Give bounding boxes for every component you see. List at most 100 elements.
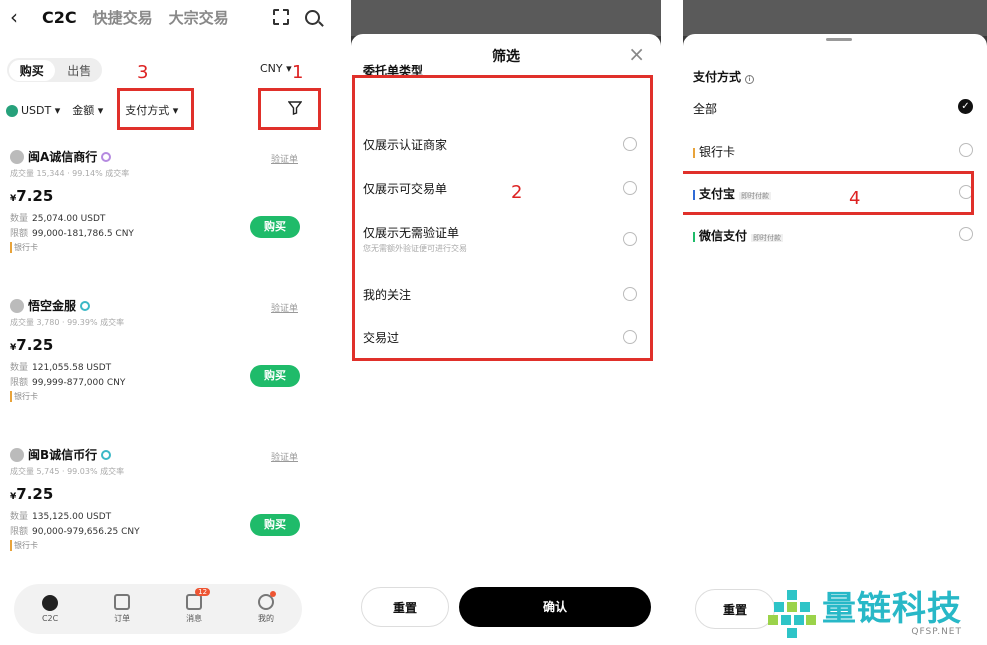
payment-option-bank[interactable]: 银行卡 [693, 143, 973, 160]
payment-method-heading: 支付方式 i [693, 68, 755, 85]
logo-text: 量链科技 QFSP.NET [822, 591, 962, 637]
section-title: 支付方式 [693, 70, 742, 84]
buy-button[interactable]: 购买 [250, 514, 300, 536]
limit-value: 90,000-979,656.25 CNY [32, 527, 140, 537]
nav-label: 我的 [257, 614, 274, 623]
verify-link[interactable]: 验证单 [271, 301, 298, 314]
limit-value: 99,000-181,786.5 CNY [32, 229, 134, 239]
dimmed-header [683, 0, 987, 36]
watermark-logo: 量链科技 QFSP.NET [768, 586, 983, 642]
limit-label: 限额 [10, 378, 29, 388]
tab-c2c[interactable]: C2C [42, 8, 77, 27]
tab-block-trade[interactable]: 大宗交易 [169, 7, 229, 28]
coin-filter[interactable]: USDT ▾ [6, 104, 60, 117]
confirm-button[interactable]: 确认 [459, 587, 651, 627]
limit-label: 限额 [10, 229, 29, 239]
unread-badge: 12 [195, 588, 211, 596]
sell-tab[interactable]: 出售 [57, 62, 103, 79]
coin-filter-label: USDT ▾ [21, 103, 61, 117]
merchant-title: 悟空金服 [10, 297, 310, 314]
option-label: 全部 [693, 102, 718, 116]
c2c-market-panel: ‹ C2C 快捷交易 大宗交易 购买 出售 CNY ▾ 3 1 USDT ▾ 金… [0, 0, 330, 645]
trade-stats: 成交量 3,780 · 99.39% 成交率 [10, 318, 125, 327]
verify-link[interactable]: 验证单 [271, 152, 298, 165]
trade-stats: 成交量 5,745 · 99.03% 成交率 [10, 467, 125, 476]
merchant-name[interactable]: 闽B诚信币行 [28, 446, 97, 463]
nav-label: C2C [41, 614, 59, 623]
filter-sheet-panel: 筛选 × 委托单类型 仅展示认证商家 仅展示可交易单 仅展示无需验证单 您无需额外… [351, 0, 661, 645]
payment-method: 银行卡 [10, 540, 310, 551]
currency-select[interactable]: CNY ▾ [260, 62, 292, 75]
merchant-badge-icon [101, 449, 112, 460]
nav-label: 消息 [186, 614, 203, 623]
reset-button[interactable]: 重置 [361, 587, 449, 627]
instant-pay-tag: 即时付款 [751, 234, 784, 242]
merchant-badge-icon [80, 300, 91, 311]
back-icon[interactable]: ‹ [10, 5, 26, 29]
nav-messages[interactable]: 12 消息 [186, 588, 211, 624]
payment-method: 银行卡 [10, 242, 310, 253]
verify-link[interactable]: 验证单 [271, 450, 298, 463]
merchant-name[interactable]: 闽A诚信商行 [28, 148, 97, 165]
usdt-icon [6, 104, 18, 117]
avatar [10, 149, 24, 164]
drag-handle[interactable] [826, 38, 852, 41]
price: ¥7.25 [10, 336, 54, 354]
price: ¥7.25 [10, 187, 54, 205]
quantity-label: 数量 [10, 363, 29, 373]
buy-button[interactable]: 购买 [250, 365, 300, 387]
merchant-card: 闽A诚信商行 验证单 成交量 15,344 · 99.14% 成交率 ¥7.25… [10, 148, 310, 288]
nav-label: 订单 [114, 614, 131, 623]
highlight-box-options [352, 75, 653, 361]
scan-icon[interactable] [273, 9, 289, 25]
radio-button[interactable] [959, 143, 973, 157]
price: ¥7.25 [10, 485, 54, 503]
document-icon [114, 594, 131, 610]
bottom-nav: C2C 订单 12 消息 我的 [14, 584, 302, 634]
quantity-label: 数量 [10, 512, 29, 522]
limit-value: 99,999-877,000 CNY [32, 378, 126, 388]
trade-stats: 成交量 15,344 · 99.14% 成交率 [10, 169, 130, 178]
nav-orders[interactable]: 订单 [114, 594, 131, 624]
payment-option-all[interactable]: 全部 ✓ [693, 99, 973, 117]
buy-tab[interactable]: 购买 [9, 59, 55, 81]
merchant-card: 闽B诚信币行 验证单 成交量 5,745 · 99.03% 成交率 ¥7.25 … [10, 446, 310, 586]
merchant-badge-icon [101, 151, 112, 162]
payment-sheet-panel: 支付方式 i 全部 ✓ 银行卡 支付宝 即时付款 微信支付 即时付款 4 重置 [683, 0, 987, 645]
search-icon[interactable] [305, 9, 320, 25]
merchant-name[interactable]: 悟空金服 [28, 297, 76, 314]
filter-funnel-icon[interactable] [288, 101, 302, 115]
step-label-2: 2 [511, 182, 523, 203]
close-icon[interactable]: × [628, 42, 645, 66]
merchant-card: 悟空金服 验证单 成交量 3,780 · 99.39% 成交率 ¥7.25 数量… [10, 297, 310, 437]
step-label-4: 4 [849, 188, 861, 209]
tab-quick-trade[interactable]: 快捷交易 [93, 7, 153, 28]
color-bar [693, 147, 695, 158]
reset-button[interactable]: 重置 [695, 589, 775, 629]
logo-mark-icon [768, 590, 816, 638]
people-icon [42, 595, 59, 611]
nav-profile[interactable]: 我的 [257, 591, 276, 624]
sheet-actions: 重置 确认 [361, 587, 651, 627]
step-label-1: 1 [292, 62, 304, 83]
payment-option-wechat[interactable]: 微信支付 即时付款 [693, 227, 973, 244]
avatar [10, 447, 24, 462]
radio-button[interactable] [959, 227, 973, 241]
payment-sheet [683, 34, 987, 645]
message-icon [186, 594, 203, 610]
nav-c2c[interactable]: C2C [42, 595, 58, 623]
merchant-title: 闽A诚信商行 [10, 148, 310, 165]
price-value: 7.25 [16, 187, 54, 205]
price-value: 7.25 [16, 336, 54, 354]
option-label: 银行卡 [699, 145, 736, 159]
dimmed-header [351, 0, 661, 36]
highlight-box-payment [117, 88, 194, 130]
color-bar [693, 231, 695, 242]
buy-button[interactable]: 购买 [250, 216, 300, 238]
top-bar: ‹ C2C 快捷交易 大宗交易 [10, 5, 320, 29]
amount-filter[interactable]: 金额 ▾ [72, 102, 103, 118]
checkmark-icon[interactable]: ✓ [958, 99, 973, 114]
option-label: 微信支付 [699, 229, 748, 243]
info-icon[interactable]: i [745, 75, 755, 84]
limit-label: 限额 [10, 527, 29, 537]
